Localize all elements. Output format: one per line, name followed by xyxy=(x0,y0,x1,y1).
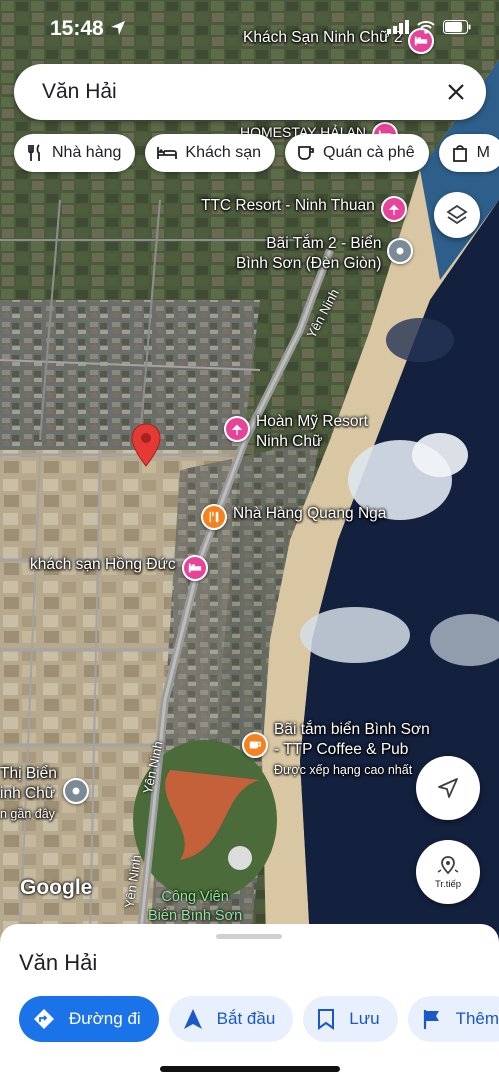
cellular-signal-icon xyxy=(387,20,409,34)
poi-thi-bien[interactable]: Thị Biển inh Chữ n gần đây xyxy=(0,764,89,824)
poi-bai-tam-bien-binh-son[interactable]: Bãi tắm biển Bình Sơn - TTP Coffee & Pub… xyxy=(242,720,430,780)
status-time: 15:48 xyxy=(50,17,104,40)
navigation-icon xyxy=(183,1009,202,1029)
resort-umbrella-icon xyxy=(380,196,407,222)
chip-hotels[interactable]: Khách sạn xyxy=(145,134,275,172)
poi-hoan-my-resort[interactable]: Hoàn Mỹ Resort Ninh Chữ xyxy=(224,412,368,452)
navigation-arrow-icon xyxy=(438,778,458,798)
resort-umbrella-icon xyxy=(224,416,250,442)
directions-label: Đường đi xyxy=(69,1009,141,1028)
chip-label: Quán cà phê xyxy=(323,144,415,161)
add-button[interactable]: Thêm xyxy=(407,996,499,1042)
poi-label-line3: n gần đây xyxy=(0,807,55,821)
chip-cafes[interactable]: Quán cà phê xyxy=(285,134,429,172)
hotel-pin-icon xyxy=(181,555,208,581)
place-pin-icon xyxy=(62,778,89,804)
my-location-button[interactable] xyxy=(416,756,480,820)
next-button-label: Tr.tiếp xyxy=(434,879,462,890)
bed-icon xyxy=(157,147,178,159)
restaurant-pin-icon xyxy=(201,504,227,530)
clear-search-button[interactable] xyxy=(432,68,480,116)
poi-rating-note: Được xếp hạng cao nhất xyxy=(274,763,413,777)
poi-label-line2: Ninh Chữ xyxy=(256,433,323,450)
coffee-pin-icon xyxy=(242,732,268,758)
poi-label: Hoàn Mỹ Resort xyxy=(256,413,368,430)
battery-icon xyxy=(443,20,471,34)
start-label: Bắt đầu xyxy=(216,1009,276,1028)
park-label-line1: Công Viên xyxy=(161,889,229,905)
start-button[interactable]: Bắt đầu xyxy=(168,996,294,1042)
poi-ttc-resort[interactable]: TTC Resort - Ninh Thuan xyxy=(201,196,407,222)
action-buttons: Đường đi Bắt đầu Lưu Thêm xyxy=(19,996,499,1042)
dropped-pin-icon[interactable] xyxy=(131,423,161,467)
save-label: Lưu xyxy=(349,1009,380,1028)
place-pin-icon xyxy=(387,238,414,264)
layers-button[interactable] xyxy=(434,192,480,238)
chip-shopping[interactable]: M xyxy=(438,134,499,172)
bookmark-icon xyxy=(318,1009,335,1030)
wifi-icon xyxy=(417,21,435,34)
flag-icon xyxy=(423,1010,439,1029)
location-arrow-icon xyxy=(111,21,125,35)
poi-bai-tam-2[interactable]: Bãi Tắm 2 - Biển Bình Sơn (Đèn Giòn) xyxy=(236,234,414,274)
poi-nha-hang-quang-nga[interactable]: Nhà Hàng Quang Nga xyxy=(201,504,386,530)
coffee-cup-icon xyxy=(298,146,314,160)
save-button[interactable]: Lưu xyxy=(303,996,398,1042)
google-logo: Google xyxy=(20,876,93,899)
sheet-drag-handle[interactable] xyxy=(216,934,282,939)
poi-label: khách sạn Hồng Đức xyxy=(30,556,176,573)
chip-restaurants[interactable]: Nhà hàng xyxy=(14,134,136,172)
poi-label-line2: - TTP Coffee & Pub xyxy=(274,741,409,758)
chip-label: Nhà hàng xyxy=(52,144,122,161)
home-indicator[interactable] xyxy=(160,1066,340,1072)
close-icon xyxy=(448,84,464,100)
directions-button[interactable]: Đường đi xyxy=(19,996,159,1042)
add-label: Thêm xyxy=(455,1009,499,1028)
directions-icon xyxy=(34,1009,54,1029)
search-bar[interactable]: Văn Hải xyxy=(14,64,486,120)
poi-label-line2: Bình Sơn (Đèn Giòn) xyxy=(236,255,382,272)
place-sheet[interactable]: Văn Hải Đường đi Bắt đầu Lưu Thêm xyxy=(0,924,499,1080)
location-pin-icon xyxy=(437,856,459,875)
poi-label: Bãi tắm biển Bình Sơn xyxy=(274,721,430,738)
poi-label: Bãi Tắm 2 - Biển xyxy=(266,235,382,252)
search-query[interactable]: Văn Hải xyxy=(42,80,432,104)
fork-knife-icon xyxy=(28,144,40,161)
shopping-bag-icon xyxy=(452,145,467,162)
poi-label: Thị Biển xyxy=(0,765,57,782)
poi-khach-san-hong-duc[interactable]: khách sạn Hồng Đức xyxy=(30,555,208,581)
chip-label: M xyxy=(476,144,490,161)
category-chips: Nhà hàng Khách sạn Quán cà phê M xyxy=(14,134,499,172)
status-bar: 15:48 xyxy=(0,0,499,56)
park-label: Công Viên Biển Bình Sơn xyxy=(148,888,242,926)
place-title: Văn Hải xyxy=(19,950,98,975)
poi-label: Nhà Hàng Quang Nga xyxy=(233,505,387,522)
next-button[interactable]: Tr.tiếp xyxy=(416,840,480,904)
layers-icon xyxy=(446,204,468,225)
poi-label-line2: inh Chữ xyxy=(0,785,56,802)
chip-label: Khách sạn xyxy=(185,144,261,161)
poi-label: TTC Resort - Ninh Thuan xyxy=(201,197,375,214)
